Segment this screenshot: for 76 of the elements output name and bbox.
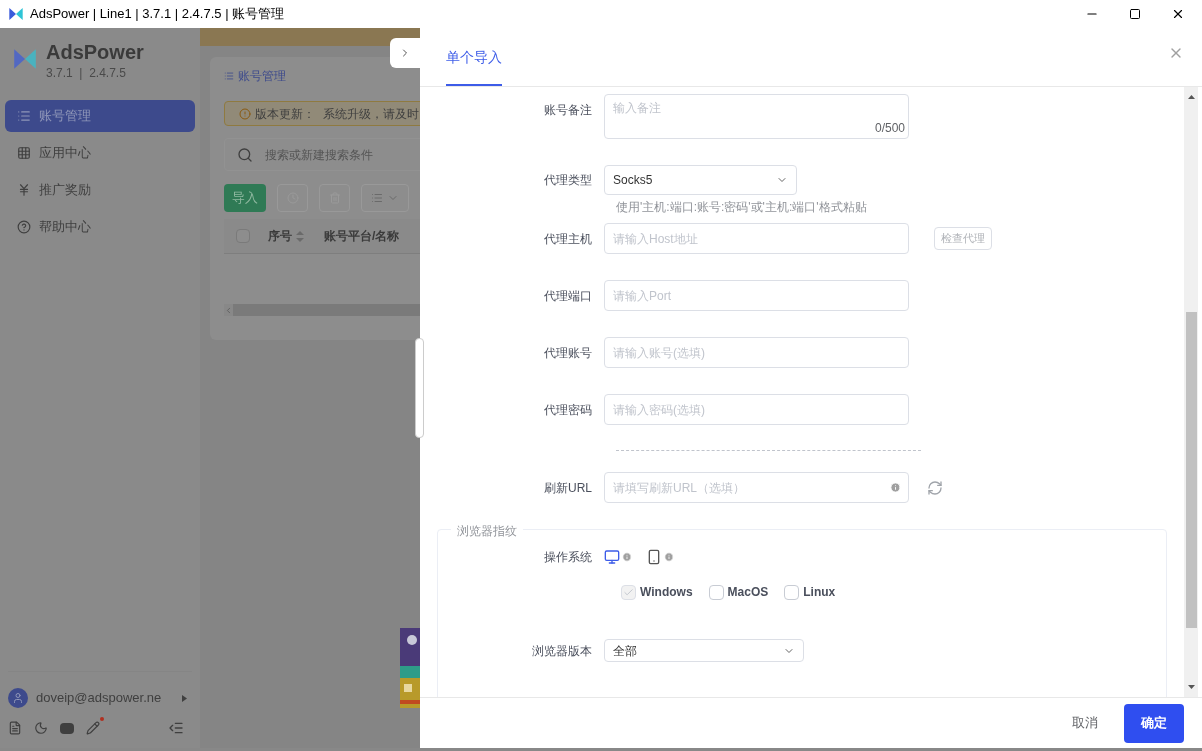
drawer-tab[interactable]: 单个导入 — [446, 47, 502, 86]
field-label: 账号备注 — [544, 102, 593, 119]
scroll-up-icon[interactable] — [1187, 95, 1195, 99]
field-label: 代理主机 — [544, 230, 593, 248]
nav-item[interactable]: 帮助中心 — [5, 211, 195, 243]
text-field[interactable]: 请输入Port — [604, 280, 909, 311]
os-label: Linux — [803, 584, 836, 601]
os-checkbox[interactable] — [784, 584, 800, 600]
list-icon — [371, 192, 383, 204]
scroll-left-icon[interactable] — [224, 305, 233, 315]
browser-version-select[interactable]: 全部 — [604, 639, 804, 662]
text-field[interactable]: 请输入Host地址 — [604, 223, 909, 254]
warning-icon — [239, 107, 251, 120]
column-header[interactable]: 账号平台/名称 — [324, 227, 400, 245]
os-checkbox[interactable] — [708, 584, 724, 600]
field-label: 代理账号 — [544, 344, 593, 362]
text-field[interactable]: 请输入账号(选填) — [604, 337, 909, 368]
window-title: AdsPower | Line1 | 3.7.1 | 2.4.7.5 | 账号管理 — [30, 5, 285, 24]
nav-item[interactable]: 推广奖励 — [5, 174, 195, 206]
import-button[interactable]: 导入 — [224, 184, 266, 212]
page-title: 账号管理 — [238, 68, 286, 85]
field-label: 浏览器版本 — [532, 642, 593, 660]
user-email[interactable]: doveip@adspower.ne — [36, 688, 166, 708]
brand-name: AdsPower — [46, 40, 144, 64]
alert-text: 系统升级，请及时 — [323, 105, 419, 123]
info-icon[interactable] — [890, 482, 901, 493]
logo-icon — [8, 6, 24, 22]
nav-icon — [17, 220, 31, 234]
nav-item[interactable]: 账号管理 — [5, 100, 195, 132]
language-icon[interactable] — [60, 722, 74, 734]
expand-button[interactable] — [390, 38, 420, 68]
check-proxy-button[interactable]: 检查代理 — [934, 227, 992, 250]
search-icon — [237, 146, 253, 163]
confirm-button[interactable]: 确定 — [1124, 703, 1184, 743]
nav-icon — [17, 109, 31, 123]
menu-button[interactable] — [361, 184, 409, 212]
nav-item[interactable]: 应用中心 — [5, 137, 195, 169]
desktop-icon[interactable] — [604, 549, 620, 565]
hint-text: 使用'主机:端口:账号:密码'或'主机:端口'格式粘贴 — [616, 199, 867, 216]
maximize-icon[interactable] — [1129, 8, 1141, 20]
text-field[interactable]: 请输入密码(选填) — [604, 394, 909, 425]
char-counter: 0/500 — [874, 120, 905, 137]
proxy-type-select[interactable]: Socks5 — [604, 165, 797, 195]
os-label: MacOS — [727, 584, 769, 601]
list-icon — [224, 71, 234, 81]
scrollbar-thumb[interactable] — [1185, 312, 1197, 628]
field-label: 代理密码 — [544, 401, 593, 419]
info-icon[interactable] — [664, 552, 674, 562]
nav-icon — [17, 146, 31, 160]
resize-handle[interactable] — [415, 338, 424, 438]
cancel-button[interactable]: 取消 — [1072, 713, 1098, 733]
phone-icon[interactable] — [646, 549, 662, 565]
scroll-down-icon[interactable] — [1187, 685, 1195, 689]
document-icon[interactable] — [8, 721, 22, 735]
sort-icon[interactable] — [296, 230, 304, 242]
section-legend: 浏览器指纹 — [451, 522, 523, 540]
field-label: 代理端口 — [544, 287, 593, 305]
os-label: Windows — [640, 584, 693, 601]
close-icon[interactable] — [1171, 7, 1185, 21]
nav-icon — [17, 183, 31, 197]
url-field[interactable]: 请填写刷新URL（选填） — [604, 472, 909, 503]
alert-label: 版本更新： — [255, 105, 315, 123]
moon-icon[interactable] — [34, 721, 48, 735]
field-label: 代理类型 — [544, 172, 593, 189]
caret-icon[interactable] — [182, 694, 187, 702]
collapse-icon[interactable] — [168, 720, 184, 736]
field-label: 刷新URL — [544, 479, 593, 497]
version-text: 3.7.1 | 2.4.7.5 — [46, 65, 127, 82]
column-header[interactable]: 序号 — [268, 227, 292, 245]
note-field[interactable]: 输入备注 0/500 — [604, 94, 909, 139]
avatar-icon[interactable] — [8, 688, 28, 708]
check-icon — [623, 586, 634, 598]
field-label: 操作系统 — [544, 549, 593, 566]
refresh-icon[interactable] — [927, 479, 943, 496]
pencil-icon[interactable] — [86, 721, 100, 735]
info-icon[interactable] — [622, 552, 632, 562]
